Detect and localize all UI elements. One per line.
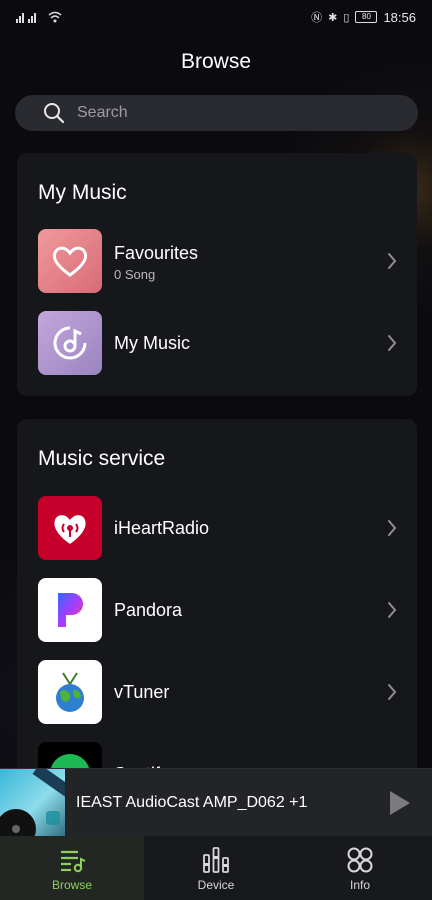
chevron-right-icon [388, 335, 397, 351]
pandora-item[interactable]: Pandora [38, 578, 398, 642]
pandora-tile [38, 578, 102, 642]
heart-icon [52, 246, 88, 277]
now-playing-title: IEAST AudioCast AMP_D062 +1 [76, 794, 308, 811]
nfc-icon: Ⓝ [311, 12, 323, 24]
my-music-heading: My Music [38, 181, 127, 204]
now-playing-bar[interactable]: IEAST AudioCast AMP_D062 +1 [0, 768, 432, 837]
my-music-item[interactable]: My Music [38, 311, 398, 375]
my-music-title: My Music [114, 333, 190, 353]
pandora-logo [58, 593, 83, 627]
vtuner-tile [38, 660, 102, 724]
album-art-graphic [0, 769, 65, 837]
iheartradio-tile [38, 496, 102, 560]
bottom-nav: Browse Device Info [0, 836, 432, 900]
equalizer-icon [203, 847, 229, 873]
my-music-card: My Music Favourites 0 Song My Music [17, 153, 417, 396]
favourites-tile [38, 229, 102, 293]
tab-device-label: Device [197, 878, 235, 892]
chevron-right-icon [388, 253, 397, 269]
favourites-title: Favourites [114, 243, 199, 263]
vtuner-item[interactable]: vTuner [38, 660, 398, 724]
status-time: 18:56 [383, 9, 416, 25]
favourites-count: 0 Song [114, 267, 156, 282]
bluetooth-icon: ✱ [328, 11, 338, 24]
vtuner-title: vTuner [114, 682, 170, 702]
vibrate-icon: ▯ [343, 11, 350, 24]
tab-browse-label: Browse [51, 878, 92, 892]
tab-browse[interactable]: Browse [0, 836, 144, 900]
play-icon[interactable] [388, 790, 412, 816]
search-icon [44, 103, 65, 124]
browse-music-icon [61, 850, 86, 873]
chevron-right-icon [388, 520, 397, 536]
album-art [0, 769, 65, 837]
my-music-tile [38, 311, 102, 375]
signal-icon [16, 13, 36, 23]
chevron-right-icon [388, 684, 397, 700]
chevron-right-icon [388, 602, 397, 618]
music-service-card: Music service iHeartRadio Pandora vTuner [17, 419, 417, 779]
wifi-icon [48, 11, 62, 23]
pandora-title: Pandora [114, 600, 183, 620]
favourites-item[interactable]: Favourites 0 Song [38, 229, 398, 293]
search-input[interactable]: Search [15, 95, 418, 131]
vtuner-logo [56, 672, 84, 712]
battery-level: 80 [355, 11, 378, 23]
status-bar: Ⓝ ✱ ▯ 80 18:56 [0, 0, 432, 34]
music-note-icon [53, 326, 87, 360]
search-placeholder: Search [77, 104, 128, 121]
iheartradio-title: iHeartRadio [114, 518, 210, 538]
iheartradio-logo [54, 515, 86, 544]
status-right: Ⓝ ✱ ▯ 80 18:56 [311, 9, 416, 25]
info-grid-icon [347, 847, 373, 873]
music-service-heading: Music service [38, 447, 166, 470]
tab-info[interactable]: Info [288, 836, 432, 900]
tab-info-label: Info [349, 878, 370, 892]
page-title: Browse [180, 50, 252, 73]
iheartradio-item[interactable]: iHeartRadio [38, 496, 398, 560]
status-left [16, 11, 62, 23]
tab-device[interactable]: Device [144, 836, 288, 900]
